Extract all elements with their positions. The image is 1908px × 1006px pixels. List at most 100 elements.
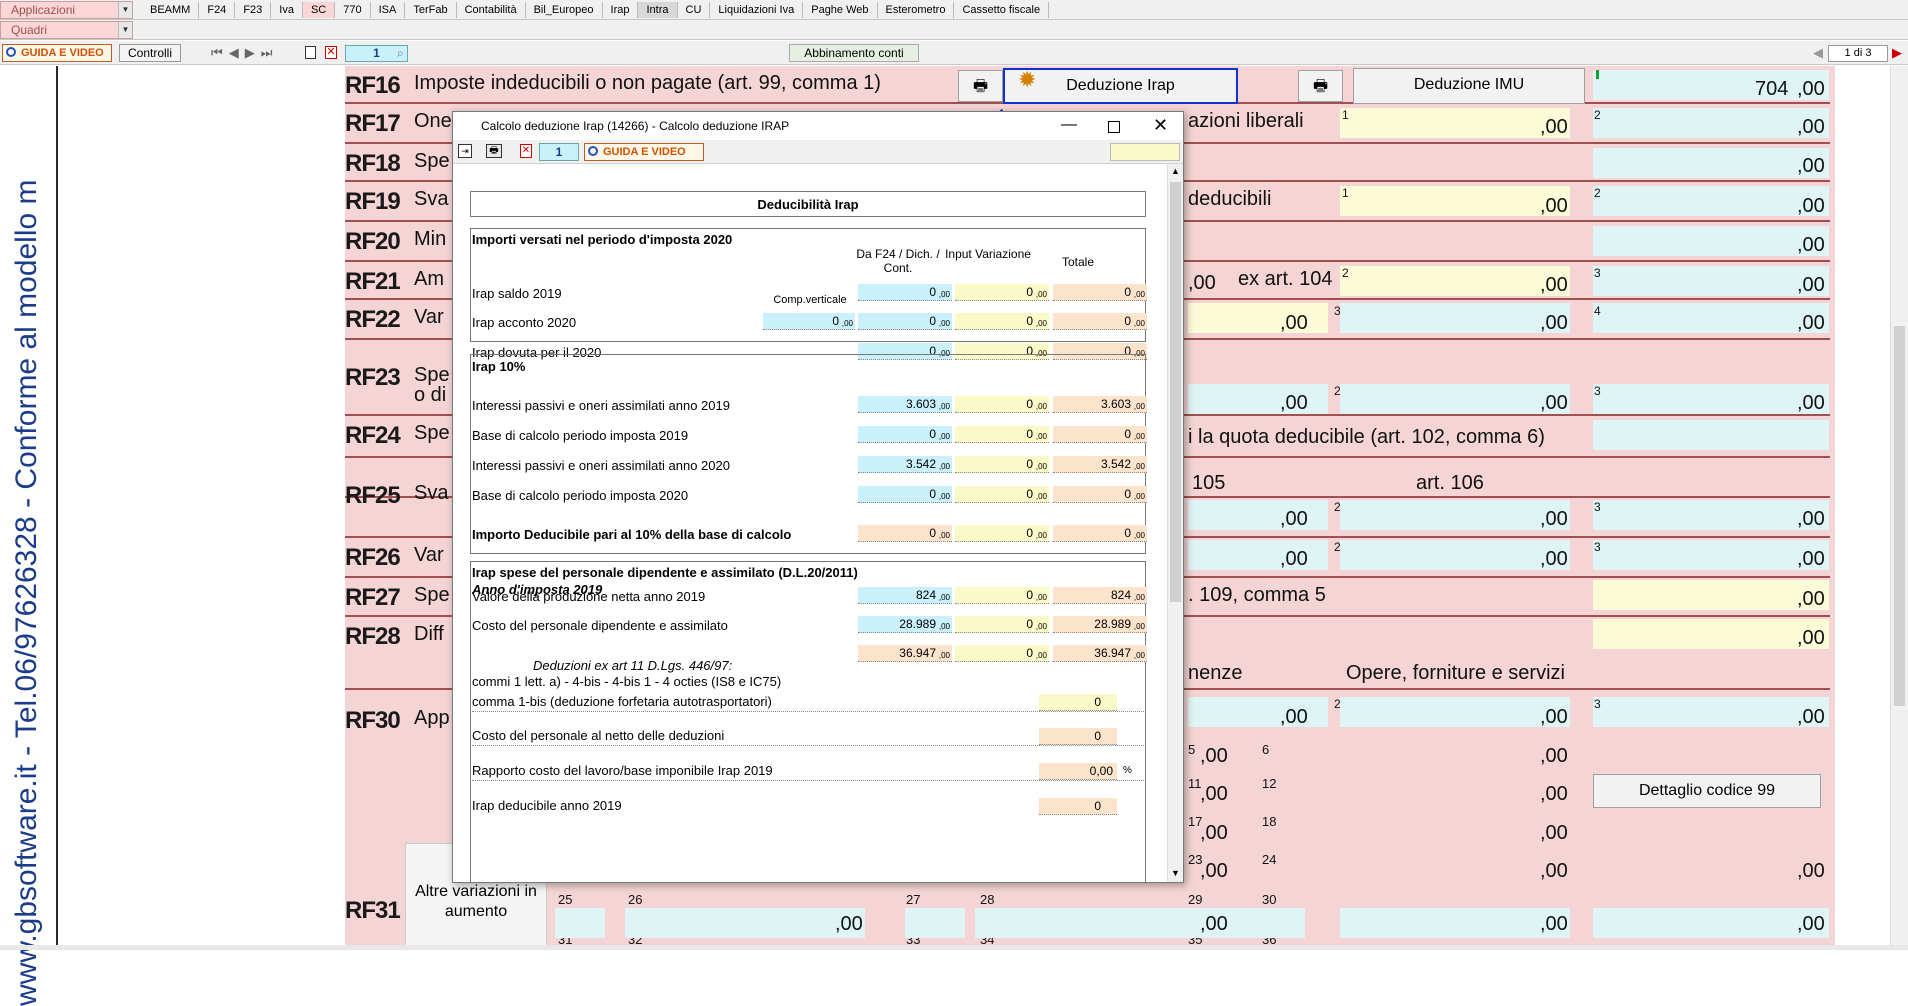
rf26-field-2[interactable] — [1340, 540, 1570, 570]
value-cell[interactable]: 3.542,00 — [858, 456, 952, 473]
value-cell[interactable]: 0,00 — [763, 313, 855, 330]
value-cell[interactable]: 0,00 — [955, 396, 1049, 413]
rf19-field-1[interactable] — [1340, 186, 1570, 216]
decimal-suffix: ,00 — [1036, 492, 1047, 502]
module-tab[interactable]: Contabilità — [457, 2, 526, 18]
module-tab[interactable]: Intra — [638, 2, 677, 18]
chevron-down-icon[interactable]: ▼ — [118, 22, 132, 38]
chevron-down-icon[interactable]: ▼ — [118, 2, 132, 18]
next-page-icon[interactable]: ▶ — [1892, 45, 1902, 61]
deduzione-irap-button[interactable]: Deduzione Irap — [1003, 68, 1238, 104]
dialog-scrollbar[interactable]: ▲ ▼ — [1167, 164, 1183, 882]
module-tab[interactable]: Cassetto fiscale — [954, 2, 1049, 18]
value-cell[interactable]: 0,00 — [955, 426, 1049, 443]
rf31-field[interactable] — [625, 908, 865, 938]
main-scrollbar[interactable] — [1890, 66, 1908, 945]
document-icon[interactable] — [305, 46, 316, 59]
value-cell[interactable]: 0,00 — [955, 616, 1049, 633]
rf18-field[interactable] — [1593, 148, 1829, 178]
irap-deducibile-label: Irap deducibile anno 2019 — [472, 798, 622, 813]
dettaglio-codice-99-button[interactable]: Dettaglio codice 99 — [1593, 774, 1821, 808]
value-cell[interactable]: 0,00 — [858, 426, 952, 443]
module-tab[interactable]: F23 — [235, 2, 271, 18]
module-tab[interactable]: Esterometro — [878, 2, 955, 18]
module-tab[interactable]: ISA — [371, 2, 406, 18]
rf30-field-3[interactable] — [1593, 697, 1829, 727]
exit-icon[interactable]: ⇥ — [458, 144, 472, 158]
value-cell[interactable]: 0,00 — [955, 313, 1049, 330]
rf22-field-3[interactable] — [1340, 303, 1570, 333]
rf30-field-2[interactable] — [1340, 697, 1570, 727]
rf31-field[interactable] — [1340, 908, 1570, 938]
controlli-button[interactable]: Controlli — [119, 44, 181, 62]
value-cell[interactable]: 0,00 — [955, 456, 1049, 473]
module-tab[interactable]: 770 — [335, 2, 370, 18]
value-cell[interactable]: 0,00 — [955, 587, 1049, 604]
value-cell[interactable]: 0,00 — [955, 645, 1049, 662]
module-tab[interactable]: SC — [303, 2, 335, 18]
dialog-guida-button[interactable]: GUIDA E VIDEO — [584, 143, 704, 161]
abbinamento-conti-button[interactable]: Abbinamento conti — [789, 44, 919, 62]
maximize-icon[interactable] — [1108, 121, 1120, 133]
value-cell[interactable]: 0,00 — [955, 284, 1049, 301]
rf31-field[interactable] — [905, 908, 965, 938]
scroll-down-icon[interactable]: ▼ — [1171, 868, 1180, 878]
value-cell[interactable]: 0,00 — [955, 486, 1049, 503]
module-tab[interactable]: Iva — [271, 2, 303, 18]
rf21-field-3[interactable] — [1593, 266, 1829, 296]
printer-icon[interactable]: 🖶 — [486, 144, 502, 158]
rf28-field[interactable] — [1593, 619, 1829, 649]
value-cell[interactable]: 824,00 — [858, 587, 952, 604]
rf31-field[interactable] — [555, 908, 605, 938]
rf20-field[interactable] — [1593, 226, 1829, 256]
rf24-field[interactable] — [1593, 420, 1829, 450]
prev-page-icon[interactable]: ◀ — [1813, 45, 1823, 61]
rf27-field[interactable] — [1593, 580, 1829, 610]
rf31-field[interactable] — [1593, 908, 1829, 938]
value-cell[interactable]: 3.603,00 — [858, 396, 952, 413]
rf22-field-4[interactable] — [1593, 303, 1829, 333]
applicazioni-combo[interactable]: Applicazioni ▼ — [0, 1, 133, 19]
main-scroll-thumb[interactable] — [1894, 326, 1905, 706]
deduzione-imu-button[interactable]: Deduzione IMU — [1353, 68, 1585, 104]
rf17-field-2[interactable] — [1593, 108, 1829, 138]
rf31-field[interactable] — [975, 908, 1305, 938]
nav-arrows[interactable]: ⏮◀▶⏭ — [211, 45, 278, 61]
module-tab[interactable]: CU — [678, 2, 711, 18]
value-cell[interactable]: 28.989,00 — [858, 616, 952, 633]
minimize-icon[interactable]: — — [1061, 116, 1077, 134]
module-tab[interactable]: F24 — [199, 2, 235, 18]
search-page-icon[interactable]: ⌕ — [397, 46, 409, 59]
rf23-field-2[interactable] — [1340, 384, 1570, 414]
value-cell[interactable]: 0,00 — [858, 284, 952, 301]
print-button-imu[interactable]: 🖶 — [1298, 70, 1343, 102]
guida-video-button[interactable]: GUIDA E VIDEO — [2, 44, 112, 62]
rf19-field-2[interactable] — [1593, 186, 1829, 216]
module-tab[interactable]: TerFab — [405, 2, 456, 18]
rf21-field-2[interactable] — [1340, 266, 1570, 296]
module-tab[interactable]: Liquidazioni Iva — [710, 2, 803, 18]
rf26-field-3[interactable] — [1593, 540, 1829, 570]
quadri-combo[interactable]: Quadri ▼ — [0, 21, 133, 39]
module-tab[interactable]: Paghe Web — [803, 2, 877, 18]
dialog-page-input[interactable]: 1 — [539, 143, 579, 161]
module-tab[interactable]: Bil_Europeo — [526, 2, 603, 18]
rf16-field[interactable] — [1593, 70, 1829, 100]
close-icon[interactable]: ✕ — [1153, 115, 1168, 136]
print-button[interactable]: 🖶 — [958, 70, 1003, 102]
dialog-yellow-field[interactable] — [1110, 143, 1180, 161]
delete-icon[interactable]: ✕ — [325, 46, 337, 59]
rf25-field-2[interactable] — [1340, 500, 1570, 530]
scroll-thumb[interactable] — [1170, 182, 1181, 602]
value-cell[interactable]: 0,00 — [858, 313, 952, 330]
value-cell[interactable]: 0,00 — [858, 486, 952, 503]
module-tab[interactable]: Irap — [603, 2, 639, 18]
scroll-up-icon[interactable]: ▲ — [1171, 166, 1180, 176]
rf17-field-1[interactable] — [1340, 108, 1570, 138]
rf25-field-3[interactable] — [1593, 500, 1829, 530]
comma-1bis-value[interactable]: 0 — [1039, 694, 1117, 711]
section-personale-title: Irap spese del personale dipendente e as… — [472, 565, 858, 580]
delete-icon[interactable]: ✕ — [520, 144, 532, 158]
rf23-field-3[interactable] — [1593, 384, 1829, 414]
module-tab[interactable]: BEAMM — [142, 2, 199, 18]
